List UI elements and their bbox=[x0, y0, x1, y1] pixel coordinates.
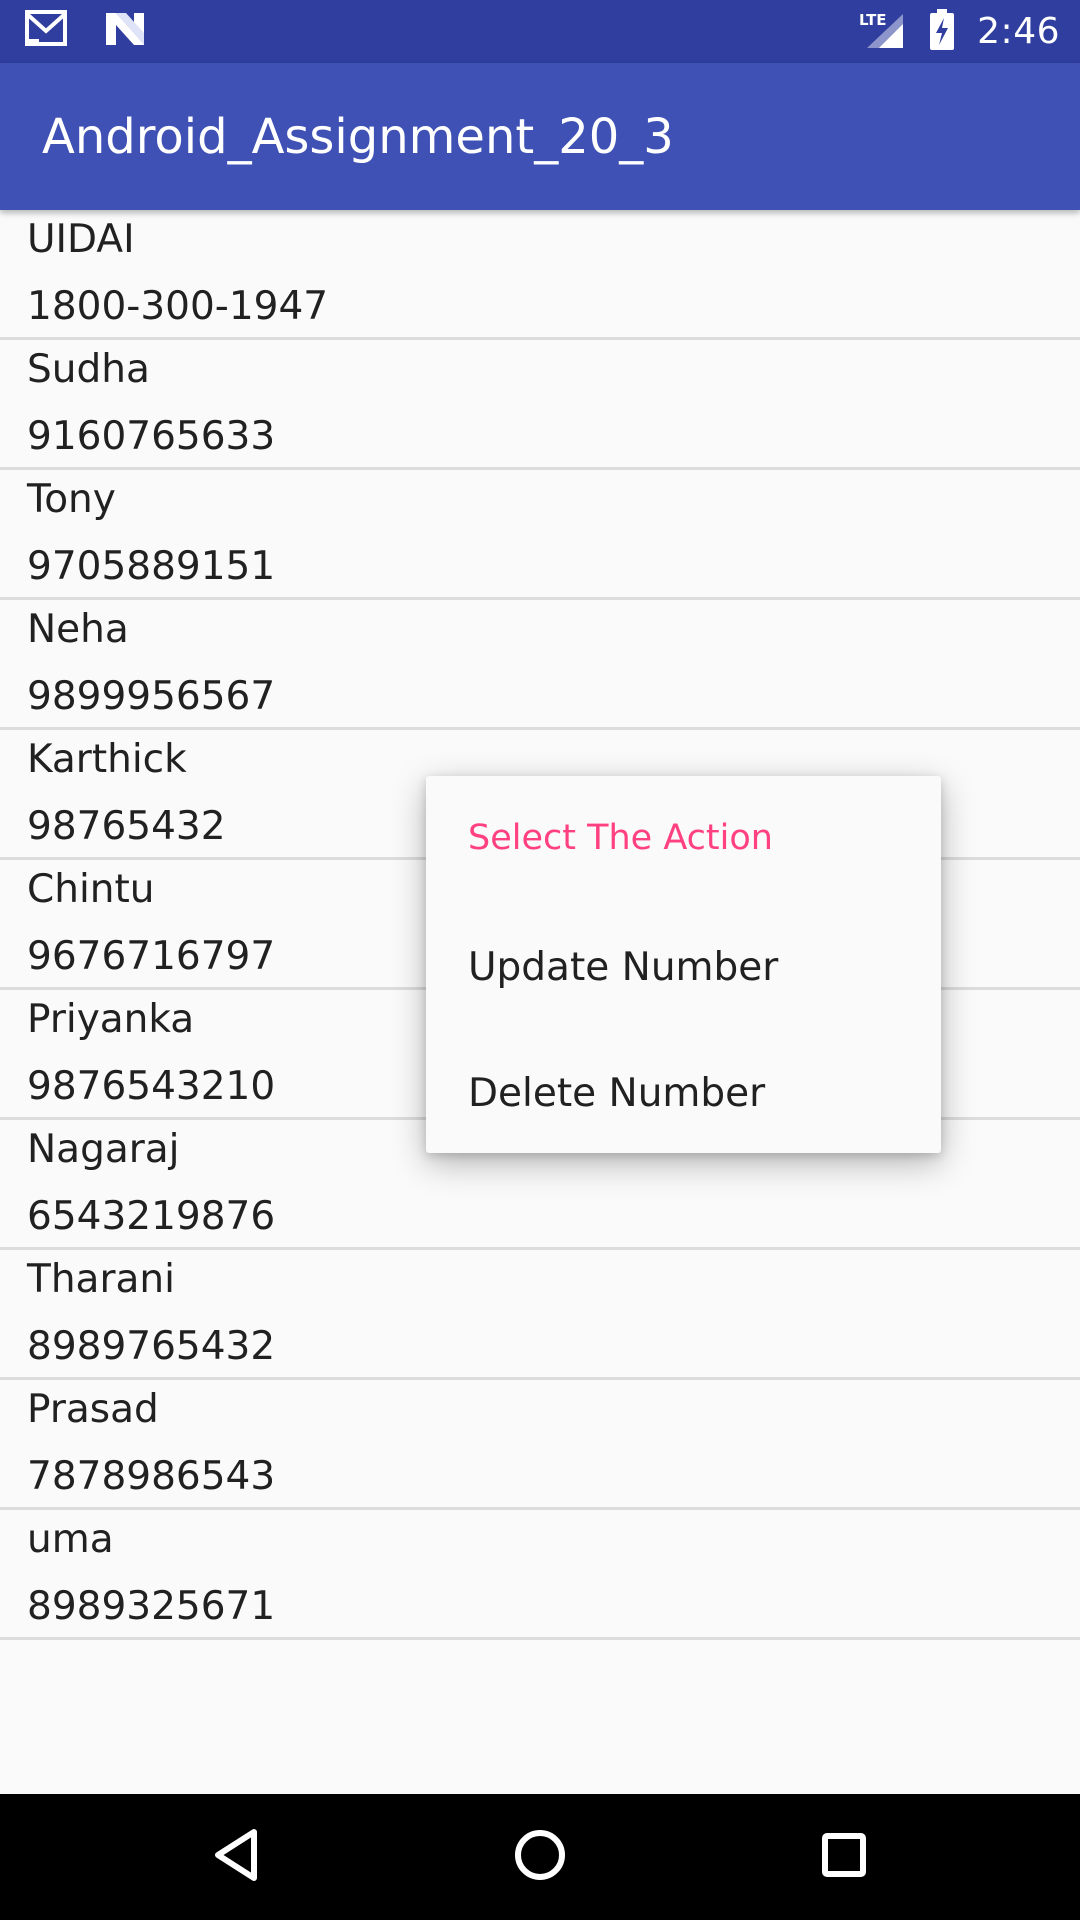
contact-name: Sudha bbox=[27, 347, 150, 392]
contact-name: Chintu bbox=[27, 867, 155, 912]
contact-name: Tharani bbox=[27, 1257, 175, 1302]
contact-number: 1800-300-1947 bbox=[27, 284, 329, 329]
recents-icon bbox=[820, 1831, 868, 1883]
contact-name: Prasad bbox=[27, 1387, 159, 1432]
contact-name: UIDAI bbox=[27, 217, 135, 262]
delete-number-option[interactable]: Delete Number bbox=[426, 1037, 941, 1147]
app-toolbar: Android_Assignment_20_3 bbox=[0, 63, 1080, 210]
contact-number: 9676716797 bbox=[27, 934, 276, 979]
recents-button[interactable] bbox=[814, 1827, 874, 1887]
contact-row[interactable]: Neha 9899956567 bbox=[0, 600, 1080, 730]
contact-name: uma bbox=[27, 1517, 114, 1562]
status-bar: LTE 2:46 bbox=[0, 0, 1080, 63]
battery-charging-icon bbox=[929, 8, 955, 55]
navigation-bar bbox=[0, 1794, 1080, 1920]
contact-number: 9876543210 bbox=[27, 1064, 276, 1109]
contact-row[interactable]: uma 8989325671 bbox=[0, 1510, 1080, 1640]
back-icon bbox=[212, 1828, 260, 1886]
contact-number: 8989325671 bbox=[27, 1584, 276, 1629]
gmail-icon bbox=[24, 9, 72, 53]
status-system-icons: LTE 2:46 bbox=[859, 0, 1060, 63]
home-icon bbox=[513, 1828, 567, 1886]
contact-row[interactable]: Prasad 7878986543 bbox=[0, 1380, 1080, 1510]
update-number-label: Update Number bbox=[468, 945, 779, 990]
contact-name: Karthick bbox=[27, 737, 187, 782]
app-title: Android_Assignment_20_3 bbox=[42, 109, 674, 165]
update-number-option[interactable]: Update Number bbox=[426, 911, 941, 1021]
delete-number-label: Delete Number bbox=[468, 1071, 766, 1116]
contact-number: 9899956567 bbox=[27, 674, 276, 719]
signal-icon: LTE bbox=[859, 10, 907, 54]
contact-number: 98765432 bbox=[27, 804, 226, 849]
contact-row[interactable]: Sudha 9160765633 bbox=[0, 340, 1080, 470]
contact-number: 7878986543 bbox=[27, 1454, 276, 1499]
contact-name: Tony bbox=[27, 477, 116, 522]
context-menu-title: Select The Action bbox=[468, 818, 773, 858]
contact-row[interactable]: Tharani 8989765432 bbox=[0, 1250, 1080, 1380]
n-notification-icon bbox=[104, 11, 146, 51]
contact-number: 9160765633 bbox=[27, 414, 276, 459]
status-clock: 2:46 bbox=[977, 11, 1060, 52]
contact-number: 9705889151 bbox=[27, 544, 276, 589]
contact-number: 6543219876 bbox=[27, 1194, 276, 1239]
home-button[interactable] bbox=[510, 1827, 570, 1887]
back-button[interactable] bbox=[206, 1827, 266, 1887]
status-notification-icons bbox=[24, 10, 146, 52]
contact-name: Priyanka bbox=[27, 997, 195, 1042]
context-menu-dialog: Select The Action Update Number Delete N… bbox=[426, 776, 941, 1153]
contact-name: Nagaraj bbox=[27, 1127, 180, 1172]
contact-row[interactable]: UIDAI 1800-300-1947 bbox=[0, 210, 1080, 340]
contact-number: 8989765432 bbox=[27, 1324, 276, 1369]
contact-name: Neha bbox=[27, 607, 129, 652]
network-type-label: LTE bbox=[859, 11, 887, 29]
contact-row[interactable]: Tony 9705889151 bbox=[0, 470, 1080, 600]
